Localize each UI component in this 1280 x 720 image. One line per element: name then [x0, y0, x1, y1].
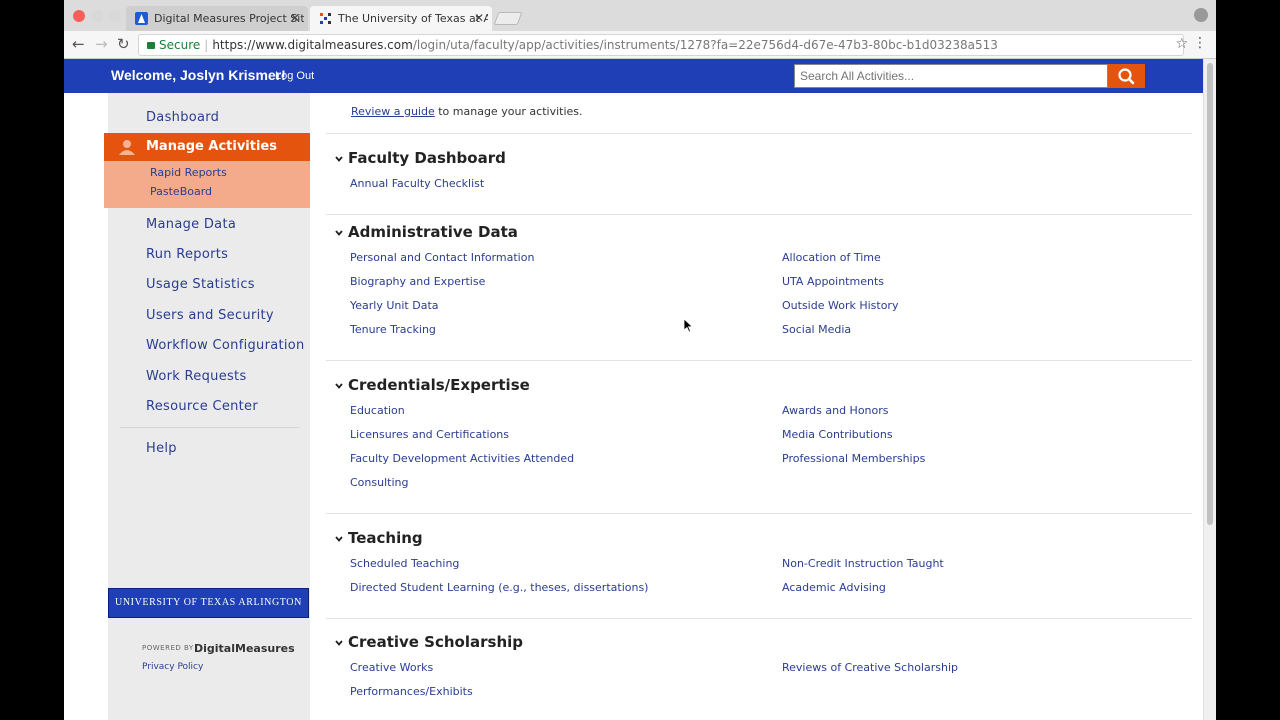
tab-close-icon[interactable]: ✕ [474, 6, 484, 31]
activity-link[interactable]: Faculty Development Activities Attended [350, 452, 574, 465]
activity-link[interactable]: Outside Work History [782, 299, 898, 312]
page-scrollbar[interactable] [1203, 59, 1216, 720]
activity-link[interactable]: Social Media [782, 323, 851, 336]
secure-label: Secure [159, 38, 201, 52]
divider [326, 618, 1192, 619]
divider [326, 214, 1192, 215]
divider [326, 360, 1192, 361]
section-title[interactable]: Creative Scholarship [348, 633, 523, 651]
browser-tab-uta[interactable]: The University of Texas at Arlin ✕ [310, 6, 492, 31]
intro-text: Review a guide to manage your activities… [351, 105, 583, 118]
chevron-down-icon[interactable] [334, 154, 344, 164]
activity-link[interactable]: Yearly Unit Data [350, 299, 439, 312]
activity-link[interactable]: UTA Appointments [782, 275, 884, 288]
sidebar: Dashboard Manage Activities Rapid Report… [104, 93, 314, 720]
activity-link[interactable]: Scheduled Teaching [350, 557, 459, 570]
profile-icon[interactable] [1194, 8, 1208, 22]
activity-link[interactable]: Performances/Exhibits [350, 685, 473, 698]
sidebar-item-label: Manage Activities [146, 139, 277, 154]
intro-suffix: to manage your activities. [434, 105, 583, 118]
back-icon[interactable]: ← [72, 35, 85, 53]
menu-icon[interactable]: ⋮ [1193, 35, 1207, 51]
search-icon [1118, 68, 1135, 85]
scrollbar-thumb[interactable] [1207, 63, 1213, 525]
activity-link[interactable]: Non-Credit Instruction Taught [782, 557, 944, 570]
sidebar-item-run-reports[interactable]: Run Reports [146, 247, 228, 262]
sidebar-item-manage-data[interactable]: Manage Data [146, 217, 236, 232]
reload-icon[interactable]: ↻ [117, 35, 130, 53]
activity-link[interactable]: Creative Works [350, 661, 433, 674]
url-path: /login/uta/faculty/app/activities/instru… [412, 38, 998, 52]
user-icon [119, 140, 135, 155]
sidebar-item-dashboard[interactable]: Dashboard [146, 110, 219, 125]
sidebar-item-users-security[interactable]: Users and Security [146, 308, 274, 323]
chevron-down-icon[interactable] [334, 534, 344, 544]
address-bar[interactable]: Secure | https://www.digitalmeasures.com/l… [138, 34, 1184, 56]
site-header: Welcome, Joslyn Krismer! Log Out [64, 59, 1203, 93]
activity-link[interactable]: Personal and Contact Information [350, 251, 534, 264]
search-input[interactable] [794, 64, 1108, 88]
sidebar-divider [120, 427, 300, 428]
sidebar-item-resource-center[interactable]: Resource Center [146, 399, 258, 414]
new-tab-button[interactable] [493, 12, 523, 25]
tab-close-icon[interactable]: ✕ [290, 6, 300, 31]
review-guide-link[interactable]: Review a guide [351, 105, 435, 118]
section-title[interactable]: Administrative Data [348, 223, 518, 241]
activity-link[interactable]: Tenure Tracking [350, 323, 436, 336]
sidebar-item-manage-activities[interactable]: Manage Activities [104, 133, 314, 161]
logout-link[interactable]: Log Out [275, 70, 314, 82]
activity-link[interactable]: Education [350, 404, 405, 417]
tab-strip: Digital Measures Project Site - ✕ The Un… [64, 0, 1216, 31]
sidebar-item-workflow-configuration[interactable]: Workflow Configuration [146, 338, 305, 353]
browser-toolbar: ← → ↻ Secure | https://www.digitalmeasures… [64, 31, 1216, 59]
activity-link[interactable]: Academic Advising [782, 581, 886, 594]
chevron-down-icon[interactable] [334, 638, 344, 648]
browser-window: Digital Measures Project Site - ✕ The Un… [64, 0, 1216, 720]
divider [326, 133, 1192, 134]
sidebar-subitem-rapid-reports[interactable]: Rapid Reports [150, 166, 227, 179]
uta-logo: UNIVERSITY OF TEXAS ARLINGTON [108, 588, 309, 618]
activity-link[interactable]: Directed Student Learning (e.g., theses,… [350, 581, 648, 594]
search-button[interactable] [1108, 64, 1145, 88]
activity-link[interactable]: Licensures and Certifications [350, 428, 509, 441]
activity-link[interactable]: Professional Memberships [782, 452, 925, 465]
section-title[interactable]: Faculty Dashboard [348, 149, 506, 167]
tab-title: The University of Texas at Arlin [338, 12, 488, 25]
lock-icon [147, 42, 155, 49]
mouse-cursor-icon [684, 319, 694, 333]
activity-link[interactable]: Annual Faculty Checklist [350, 177, 484, 190]
maximize-window-icon[interactable] [109, 10, 121, 22]
section-title[interactable]: Teaching [348, 529, 423, 547]
activity-link[interactable]: Awards and Honors [782, 404, 889, 417]
divider [326, 513, 1192, 514]
dm-dots-favicon-icon [320, 13, 331, 24]
star-icon[interactable]: ☆ [1175, 36, 1188, 52]
activity-link[interactable]: Biography and Expertise [350, 275, 485, 288]
sidebar-item-usage-statistics[interactable]: Usage Statistics [146, 277, 255, 292]
activity-link[interactable]: Reviews of Creative Scholarship [782, 661, 958, 674]
sidebar-item-help[interactable]: Help [146, 441, 177, 456]
activity-link[interactable]: Allocation of Time [782, 251, 881, 264]
sidebar-active-group: Manage Activities Rapid Reports PasteBoa… [104, 133, 314, 208]
tab-title: Digital Measures Project Site - [154, 12, 304, 25]
activity-link[interactable]: Media Contributions [782, 428, 893, 441]
digital-measures-logo: DigitalMeasures [194, 642, 295, 655]
digital-measures-favicon-icon [135, 12, 148, 25]
uta-logo-text: UNIVERSITY OF TEXAS ARLINGTON [115, 597, 302, 608]
chevron-down-icon[interactable] [334, 228, 344, 238]
url-host: https://www.digitalmeasures.com [212, 38, 413, 52]
activity-link[interactable]: Consulting [350, 476, 408, 489]
sidebar-subitem-pasteboard[interactable]: PasteBoard [150, 185, 212, 198]
main-content: Review a guide to manage your activities… [310, 93, 1203, 720]
minimize-window-icon[interactable] [91, 10, 103, 22]
sidebar-item-work-requests[interactable]: Work Requests [146, 369, 247, 384]
chevron-down-icon[interactable] [334, 381, 344, 391]
powered-by-label: POWERED BY [142, 644, 194, 652]
forward-icon[interactable]: → [95, 35, 108, 53]
browser-tab-project-site[interactable]: Digital Measures Project Site - ✕ [126, 6, 308, 31]
section-title[interactable]: Credentials/Expertise [348, 376, 530, 394]
welcome-text: Welcome, Joslyn Krismer! [111, 67, 286, 83]
privacy-policy-link[interactable]: Privacy Policy [142, 662, 203, 672]
close-window-icon[interactable] [73, 10, 85, 22]
